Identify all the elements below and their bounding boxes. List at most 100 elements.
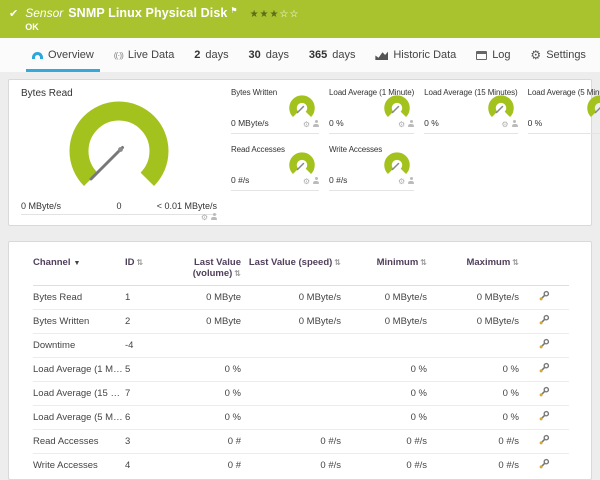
edit-channel-wrench-icon[interactable] (538, 458, 550, 470)
column-header-last-value-speed[interactable]: Last Value (speed) ⇅ (243, 248, 343, 286)
user-icon (313, 119, 319, 127)
bytes-read-gauge (69, 101, 169, 186)
last-value-speed-cell: 0 MByte/s (243, 285, 343, 310)
small-gauge-value: 0 #/s (231, 175, 250, 185)
status-badge: OK (25, 22, 39, 32)
channel-row[interactable]: Load Average (15 Minutes) 7 0 % 0 % 0 % (33, 381, 569, 406)
channel-row[interactable]: Bytes Read 1 0 MByte 0 MByte/s 0 MByte/s… (33, 285, 569, 310)
sensor-title-block: Sensor SNMP Linux Physical Disk ⚑ ★★★☆☆ … (25, 6, 299, 32)
channel-row[interactable]: Downtime -4 (33, 333, 569, 358)
column-header-channel[interactable]: Channel ▼ (33, 248, 125, 286)
channels-table-panel: Channel ▼ ID ⇅ Last Value (volume) ⇅ Last V… (8, 241, 592, 480)
minimum-cell: 0 #/s (406, 460, 427, 471)
gear-icon[interactable] (501, 114, 508, 132)
column-header-last-value-volume[interactable]: Last Value (volume) ⇅ (167, 248, 243, 286)
gauges-panel: Bytes Read 0 MByte/s 0 < 0.01 MByte/s By… (8, 79, 600, 226)
channel-row[interactable]: Write Accesses 4 0 # 0 #/s 0 #/s 0 #/s (33, 454, 569, 478)
minimum-cell: 0 MByte/s (343, 285, 429, 310)
channel-name-cell: Read Accesses (33, 429, 125, 454)
sort-desc-icon: ▼ (73, 260, 81, 267)
column-header-tools (521, 248, 569, 286)
minimum-cell (343, 333, 429, 358)
small-gauges-grid: Bytes Written 0 MByte/s Loa (231, 86, 600, 225)
small-gauge-value: 0 #/s (329, 175, 348, 185)
tab[interactable]: Settings (528, 38, 588, 72)
channel-name-cell: Bytes Written (33, 309, 125, 334)
gear-icon[interactable] (398, 114, 405, 132)
sort-icon: ⇅ (234, 269, 241, 278)
edit-channel-wrench-icon[interactable] (538, 410, 550, 422)
last-value-speed-cell (243, 357, 343, 382)
edit-channel-wrench-icon[interactable] (538, 362, 550, 374)
gear-icon[interactable] (303, 114, 310, 132)
channels-table: Channel ▼ ID ⇅ Last Value (volume) ⇅ Last V… (33, 248, 569, 477)
channel-row[interactable]: Load Average (1 Minute) 5 0 % 0 % 0 % (33, 357, 569, 382)
tab[interactable]: Log (474, 38, 512, 72)
column-header-maximum[interactable]: Maximum ⇅ (429, 248, 521, 286)
small-gauge-panel: Load Average (1 Minute) 0 % (329, 88, 414, 134)
channel-row[interactable]: Read Accesses 3 0 # 0 #/s 0 #/s 0 #/s (33, 429, 569, 454)
sort-icon: ⇅ (136, 258, 144, 267)
edit-channel-wrench-icon[interactable] (538, 338, 550, 350)
tab-label: Live Data (127, 49, 175, 61)
maximum-cell (429, 333, 521, 358)
gear-icon[interactable] (201, 207, 208, 225)
column-header-id[interactable]: ID ⇅ (125, 248, 167, 286)
tab[interactable]: Live Data (112, 38, 177, 72)
maximum-cell: 0 % (429, 381, 521, 406)
sort-icon: ⇅ (334, 258, 341, 267)
priority-stars[interactable]: ★★★☆☆ (250, 9, 300, 20)
channel-id-cell: 6 (125, 405, 167, 430)
dependency-flag-icon: ⚑ (230, 6, 238, 15)
object-kind-label: Sensor (25, 6, 64, 20)
page-title: SNMP Linux Physical Disk (68, 6, 228, 20)
edit-channel-wrench-icon[interactable] (538, 314, 550, 326)
tab-number: 365 (308, 49, 328, 61)
minimum-cell: 0 MByte/s (343, 309, 429, 334)
tab[interactable]: Historic Data (373, 38, 458, 72)
last-value-speed-cell: 0 #/s (243, 429, 343, 454)
maximum-cell: 0 MByte/s (429, 285, 521, 310)
channel-name-cell: Load Average (5 Minutes) (33, 405, 125, 430)
maximum-cell: 0 #/s (498, 460, 519, 471)
user-icon (313, 176, 319, 184)
gauge-current-value: 0 (116, 201, 122, 211)
channel-row[interactable]: Bytes Written 2 0 MByte 0 MByte/s 0 MByt… (33, 309, 569, 334)
tab[interactable]: 30 days (246, 38, 291, 72)
tab-label: days (205, 49, 229, 61)
small-gauge-value: 0 % (527, 118, 543, 128)
channel-name-cell: Write Accesses (33, 460, 98, 471)
minimum-cell: 0 #/s (343, 429, 429, 454)
tab-label: Historic Data (393, 49, 457, 61)
column-header-minimum[interactable]: Minimum ⇅ (343, 248, 429, 286)
chart-icon (375, 51, 389, 60)
edit-channel-wrench-icon[interactable] (538, 290, 550, 302)
tab-label: Settings (546, 49, 586, 61)
small-gauge-panel: Load Average (15 Minutes) 0 % (424, 88, 518, 134)
channel-name-cell: Load Average (1 Minute) (33, 357, 125, 382)
last-value-volume-cell: 0 % (167, 405, 243, 430)
small-gauge-value: 0 % (424, 118, 439, 128)
last-value-volume-cell: 0 MByte (167, 285, 243, 310)
last-value-volume-cell: 0 # (167, 429, 243, 454)
tab[interactable]: 2 days (192, 38, 230, 72)
last-value-volume-cell: 0 # (227, 460, 241, 471)
small-gauge-panel: Write Accesses 0 #/s (329, 145, 415, 191)
channel-id-cell: 3 (125, 429, 167, 454)
tab[interactable]: 365 days (307, 38, 358, 72)
tab-bar: Overview Live Data 2 days 30 days 365 da… (0, 38, 600, 72)
last-value-speed-cell: 0 #/s (320, 460, 341, 471)
tab-label: days (265, 49, 289, 61)
edit-channel-wrench-icon[interactable] (538, 434, 550, 446)
tab[interactable]: Overview (26, 38, 100, 72)
channel-row[interactable]: Load Average (5 Minutes) 6 0 % 0 % 0 % (33, 405, 569, 430)
edit-channel-wrench-icon[interactable] (538, 386, 550, 398)
sensor-header: ✔ Sensor SNMP Linux Physical Disk ⚑ ★★★☆… (0, 0, 600, 38)
maximum-cell: 0 % (429, 405, 521, 430)
sensor-overview-content: Bytes Read 0 MByte/s 0 < 0.01 MByte/s By… (0, 72, 600, 480)
channel-id-cell: 4 (125, 460, 131, 471)
small-gauge-panel: Bytes Written 0 MByte/s (231, 88, 319, 134)
sort-icon: ⇅ (420, 258, 427, 267)
gear-icon[interactable] (398, 171, 405, 189)
gear-icon[interactable] (303, 171, 310, 189)
